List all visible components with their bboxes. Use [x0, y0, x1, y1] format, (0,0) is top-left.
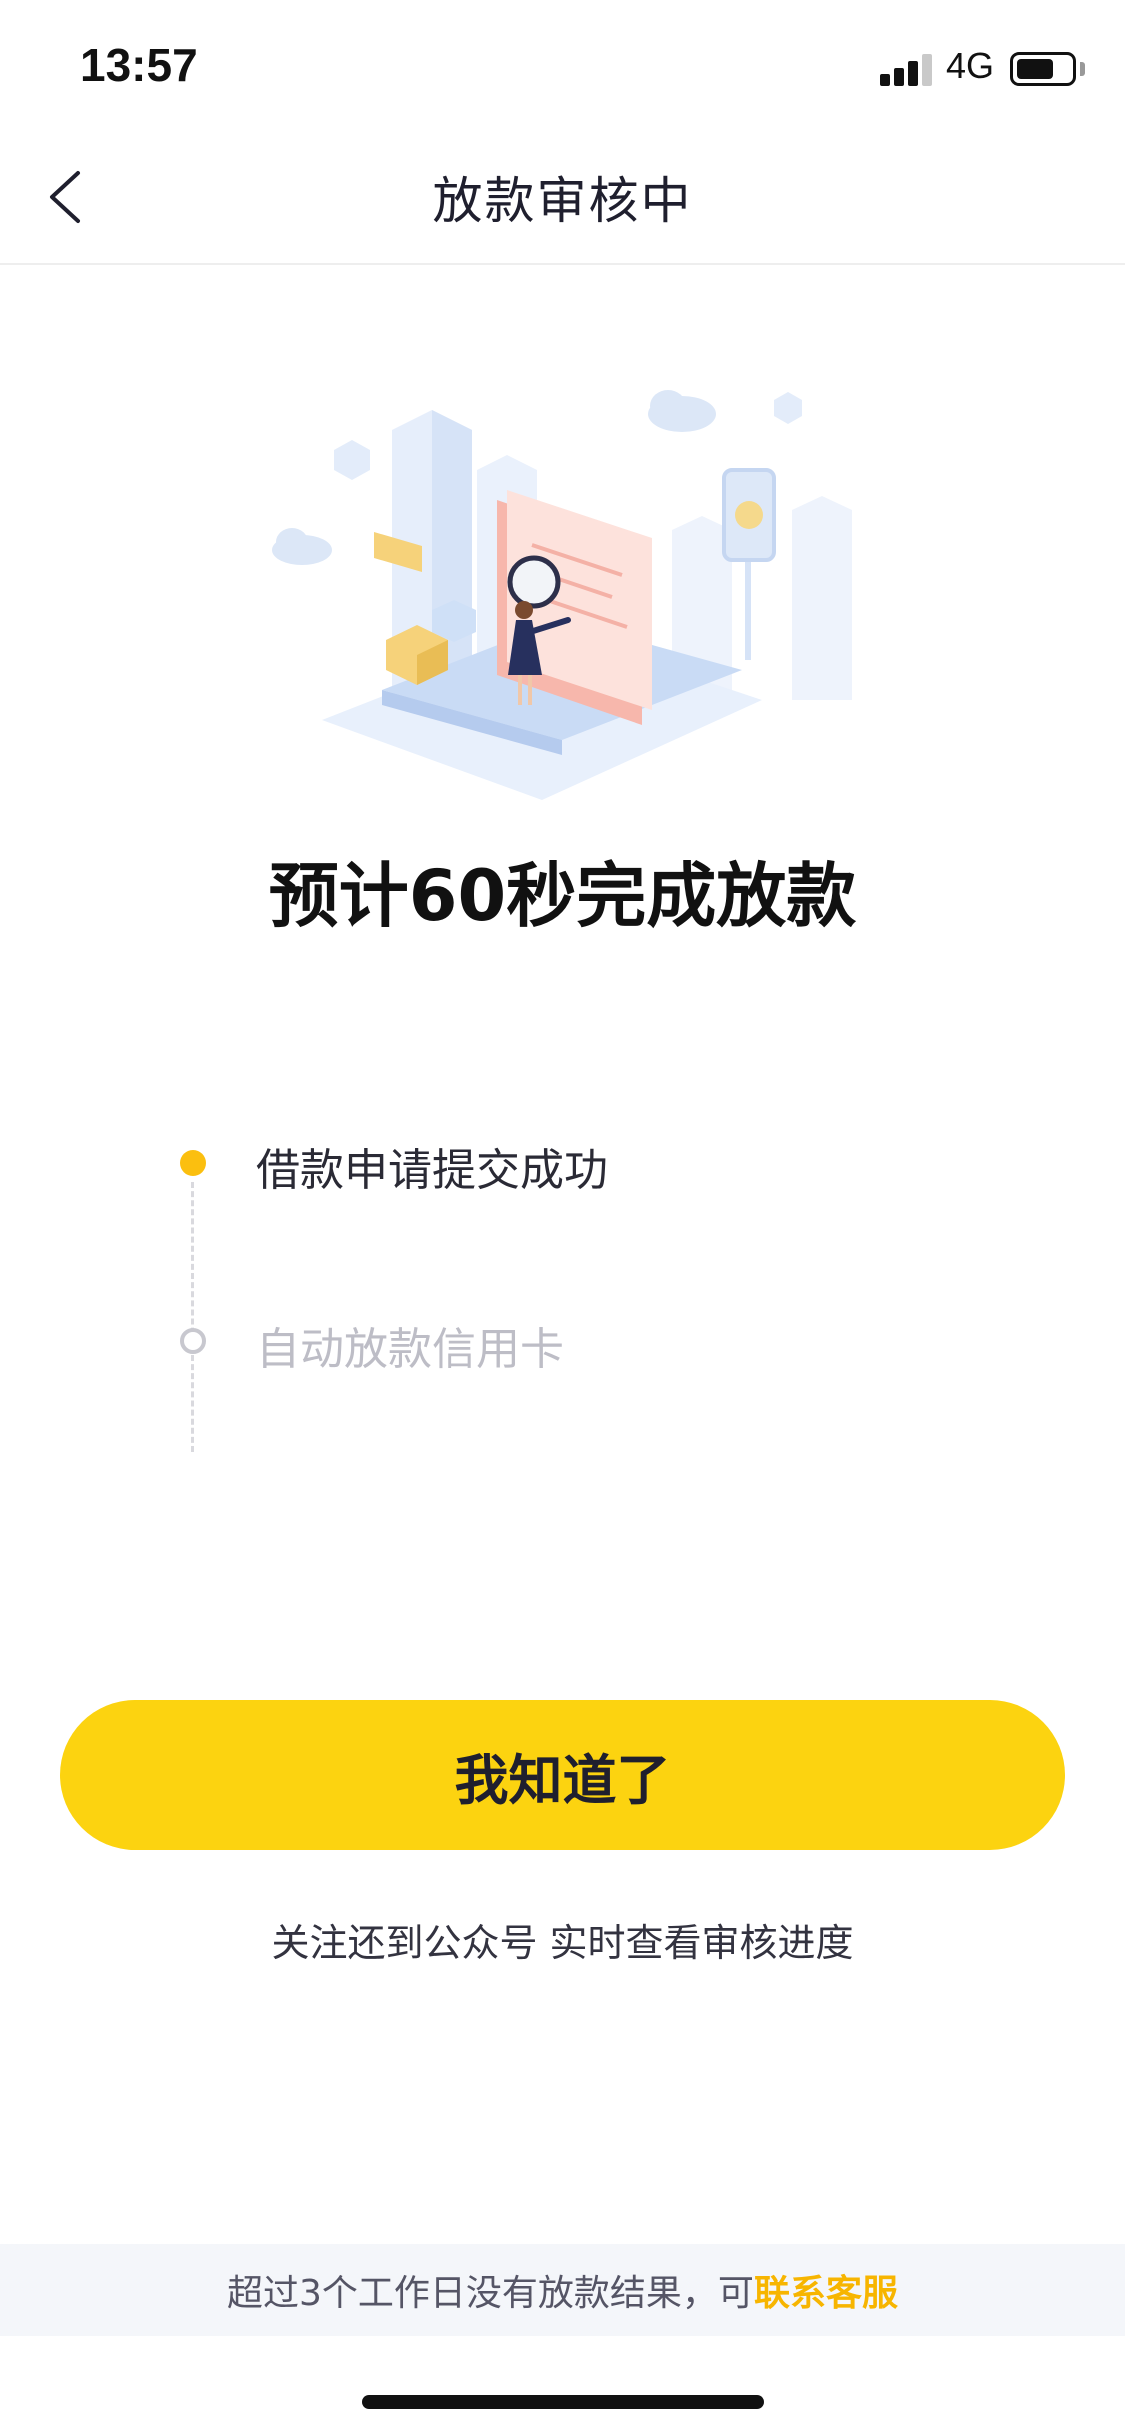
step-done-dot-icon	[180, 1150, 206, 1176]
battery-cap	[1080, 62, 1085, 76]
status-bar: 13:57 4G	[0, 0, 1125, 135]
nav-bar: 放款审核中	[0, 135, 1125, 265]
headline: 预计60秒完成放款	[268, 855, 857, 937]
footer-bar: 超过3个工作日没有放款结果，可 联系客服	[0, 2244, 1125, 2336]
page-title: 放款审核中	[432, 172, 693, 230]
step-label: 借款申请提交成功	[256, 1145, 608, 1196]
step-connector	[191, 1182, 194, 1452]
step-pending-dot-icon	[180, 1328, 206, 1354]
loan-review-illustration	[262, 370, 862, 800]
battery-level	[1017, 59, 1054, 79]
battery-icon	[1010, 52, 1076, 86]
progress-steps: 借款申请提交成功 自动放款信用卡	[170, 1130, 970, 1452]
signal-bars-icon	[880, 52, 934, 86]
status-time: 13:57	[80, 39, 198, 91]
acknowledge-button[interactable]: 我知道了	[60, 1700, 1065, 1850]
network-label: 4G	[946, 45, 995, 86]
home-indicator[interactable]	[362, 2395, 764, 2409]
screen: 13:57 4G 放款审核中 预计60秒完成放款 借款申请提交成功 自动放款信用…	[0, 0, 1125, 2436]
footer-text: 超过3个工作日没有放款结果，可	[227, 2273, 754, 2314]
follow-tip: 关注还到公众号 实时查看审核进度	[271, 1921, 854, 1965]
contact-service-link[interactable]: 联系客服	[754, 2264, 898, 2316]
step-label: 自动放款信用卡	[256, 1324, 564, 1375]
